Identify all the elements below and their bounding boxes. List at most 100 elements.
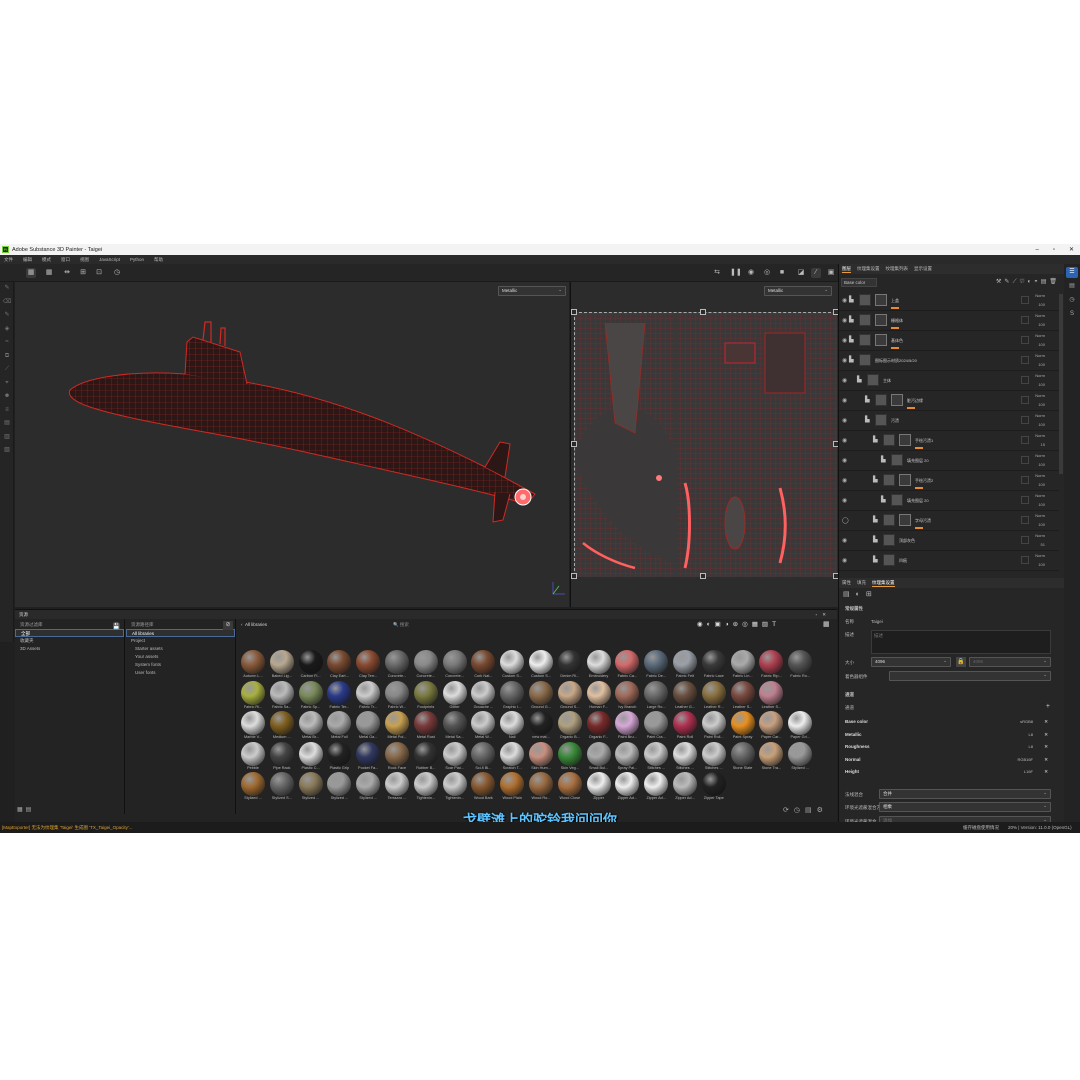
layer-checkbox[interactable] <box>1021 396 1029 404</box>
visibility-eye-icon[interactable]: ◉ <box>842 337 847 344</box>
material-thumbnail[interactable]: Wood Bark <box>469 772 497 800</box>
pause-icon[interactable]: ❚❚ <box>730 268 742 278</box>
layer-row[interactable]: ◉ ▙ 手绘污渍2 Norm 100 <box>839 471 1059 491</box>
viewport-3d[interactable]: Metallic <box>15 282 569 607</box>
render-icon[interactable]: ◉ <box>746 268 756 278</box>
layer-row[interactable]: ◉ ▙ 手绘污渍1 Norm 15 <box>839 431 1059 451</box>
smudge-icon[interactable]: ≈ <box>0 336 14 350</box>
eraser-icon[interactable]: ⌫ <box>0 296 14 310</box>
channel-format[interactable]: L8 <box>1029 744 1033 749</box>
layer-checkbox[interactable] <box>1021 336 1029 344</box>
material-thumbnail[interactable]: Pebble <box>239 741 267 770</box>
menu-item[interactable]: 帮助 <box>154 257 163 263</box>
history-panel-icon[interactable]: ◷ <box>1066 295 1078 306</box>
swap-icon[interactable]: ⇆ <box>712 268 722 278</box>
layer-opacity[interactable]: 100 <box>1038 422 1045 427</box>
layer-mask-thumbnail[interactable] <box>899 434 911 446</box>
material-thumbnail[interactable]: Paint Roll <box>671 711 699 739</box>
clone-icon[interactable]: ⧉ <box>0 350 14 364</box>
path-item[interactable]: System fonts <box>126 661 235 669</box>
material-thumbnail[interactable]: Stylized ... <box>786 741 814 770</box>
visibility-eye-icon[interactable]: ◉ <box>842 437 847 444</box>
filter-off-icon[interactable]: ⊘ <box>223 621 233 630</box>
visibility-eye-icon[interactable]: ◉ <box>842 377 847 384</box>
material-thumbnail[interactable]: Carbon Fi... <box>297 650 325 678</box>
layer-blend-mode[interactable]: Norm <box>1035 333 1045 338</box>
layer-checkbox[interactable] <box>1021 456 1029 464</box>
substance-icon[interactable]: S <box>1066 309 1078 320</box>
material-thumbnail[interactable]: Zipper Tape <box>700 772 728 800</box>
layer-mask-thumbnail[interactable] <box>875 294 887 306</box>
normal-mix-select[interactable]: 合并 <box>879 789 1051 799</box>
layer-blend-mode[interactable]: Norm <box>1035 393 1045 398</box>
channel-row[interactable]: Metallic L8 ✕ <box>845 732 1051 742</box>
layers-icon[interactable]: ≡ <box>0 404 14 418</box>
material-thumbnail[interactable]: Terrazzo ... <box>383 772 411 800</box>
layer-mask-thumbnail[interactable] <box>899 474 911 486</box>
layer-blend-mode[interactable]: Norm <box>1035 453 1045 458</box>
layer-checkbox[interactable] <box>1021 436 1029 444</box>
material-thumbnail[interactable]: Metal Ga... <box>354 711 382 739</box>
split-view-icon[interactable]: ⊞ <box>78 268 88 278</box>
material-thumbnail[interactable]: Fabric Sa... <box>268 680 296 709</box>
layer-row[interactable]: ◉ ▙ 脏污边缘 Norm 100 <box>839 391 1059 411</box>
layer-checkbox[interactable] <box>1021 556 1029 564</box>
folder-icon[interactable]: ▙ <box>857 376 862 383</box>
menu-item[interactable]: 模式 <box>42 257 51 263</box>
material-thumbnail[interactable]: Metal Foil <box>325 711 353 739</box>
properties-panel-icon[interactable]: ▤ <box>1066 281 1078 292</box>
layer-row[interactable]: ◉ ▙ 凹痕 Norm 100 <box>839 551 1059 571</box>
material-thumbnail[interactable]: Concrete... <box>383 650 411 678</box>
material-thumbnail[interactable]: Ground G... <box>527 680 555 709</box>
material-thumbnail[interactable]: Organic B... <box>556 711 584 739</box>
layer-row[interactable]: ◉ ▙ 污渍 Norm 100 <box>839 411 1059 431</box>
filter-item[interactable]: 收藏夹 <box>15 637 124 645</box>
material-thumbnail[interactable]: Metal Rust <box>412 711 440 739</box>
folder-icon[interactable]: ▙ <box>865 416 870 423</box>
material-thumbnail[interactable]: Fabric Lin... <box>729 650 757 678</box>
layer-blend-mode[interactable]: Norm <box>1035 473 1045 478</box>
visibility-eye-icon[interactable]: ◉ <box>842 397 847 404</box>
props-tab-1[interactable]: 填充 <box>857 580 866 586</box>
material-thumbnail[interactable]: Medium ... <box>268 711 296 739</box>
layer-opacity[interactable]: 15 <box>1041 442 1045 447</box>
minimize-icon[interactable]: – <box>1035 247 1038 253</box>
shader-select[interactable] <box>889 671 1051 681</box>
folder-icon[interactable]: ▙ <box>849 316 854 323</box>
channel-row[interactable]: Base color sRGB8 ✕ <box>845 719 1051 729</box>
material-thumbnail[interactable]: Paint Roll... <box>700 711 728 739</box>
material-thumbnail[interactable]: Leather R... <box>700 680 728 709</box>
layer-blend-mode[interactable]: Norm <box>1035 513 1045 518</box>
material-thumbnail[interactable]: Skin Veg... <box>556 741 584 770</box>
settings-icon[interactable]: ◪ <box>796 268 806 278</box>
lock-icon[interactable]: 🔒 <box>956 657 966 667</box>
layer-scrollbar[interactable] <box>1059 294 1063 474</box>
material-thumbnail[interactable]: Cork Nat... <box>469 650 497 678</box>
visibility-eye-icon[interactable]: ◉ <box>842 317 847 324</box>
material-thumbnail[interactable]: Fabric Lace <box>700 650 728 678</box>
material-thumbnail[interactable]: Wood Close <box>556 772 584 800</box>
material-thumbnail[interactable]: Small Bul... <box>585 741 613 770</box>
material-thumbnail[interactable]: Wood Plain <box>498 772 526 800</box>
remove-channel-icon[interactable]: ✕ <box>1044 757 1048 763</box>
picker-icon[interactable]: ⟋ <box>0 363 14 377</box>
path-item[interactable]: Project <box>126 637 235 645</box>
visibility-eye-icon[interactable]: ◯ <box>842 517 849 524</box>
remove-channel-icon[interactable]: ✕ <box>1044 719 1048 725</box>
channel-row[interactable]: Height L16F ✕ <box>845 769 1051 779</box>
breadcrumb-label[interactable]: All libraries <box>245 622 267 627</box>
material-thumbnail[interactable]: new mat... <box>527 711 555 739</box>
asset-type-filter-icons[interactable]: ◉◐▣◑⊛◎▦▨T <box>697 620 780 628</box>
material-thumbnail[interactable]: Clay Eart... <box>325 650 353 678</box>
material-thumbnail[interactable]: Fabric Ter... <box>325 680 353 709</box>
visibility-eye-icon[interactable]: ◉ <box>842 497 847 504</box>
material-thumbnail[interactable]: Scratch T... <box>498 741 526 770</box>
layer-tool-icons[interactable]: ⚒✎⟋⛆◐◓▤🗑 <box>996 278 1060 286</box>
material-thumbnail[interactable]: Stylized ... <box>297 772 325 800</box>
layer-mask-thumbnail[interactable] <box>875 314 887 326</box>
layer-checkbox[interactable] <box>1021 416 1029 424</box>
material-thumbnail[interactable]: Stylized S... <box>268 772 296 800</box>
material-thumbnail[interactable]: Organic F... <box>585 711 613 739</box>
layer-opacity[interactable]: 100 <box>1038 342 1045 347</box>
frame-icon[interactable]: ⊡ <box>94 268 104 278</box>
